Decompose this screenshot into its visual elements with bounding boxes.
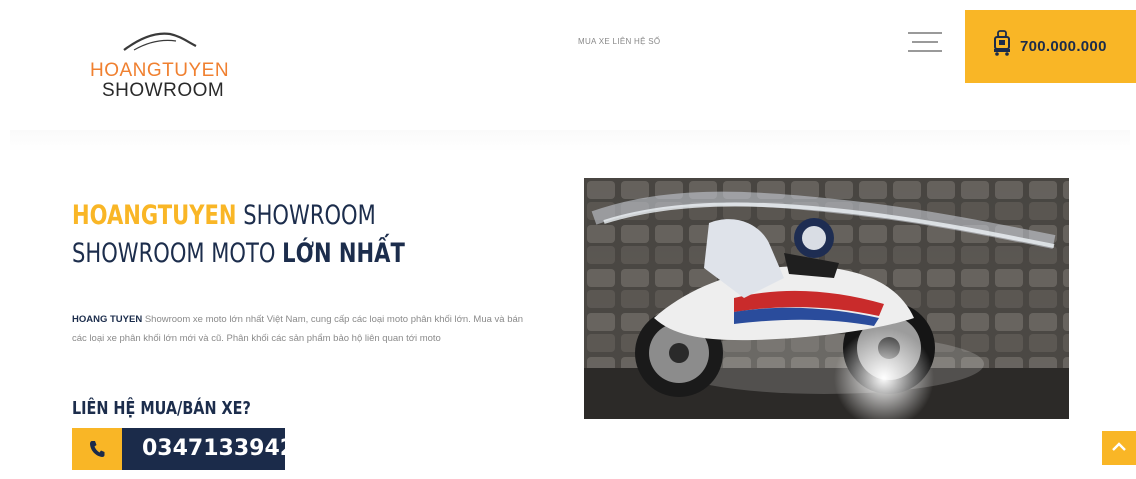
phone-icon-box [72, 428, 122, 470]
car-roof-logo-icon [123, 32, 197, 51]
hamburger-menu-icon[interactable] [908, 32, 942, 56]
shopping-cart-icon [994, 30, 1010, 56]
motorcycle-photo [584, 178, 1069, 419]
menu-bar [908, 32, 942, 34]
phone-icon [90, 441, 105, 457]
hero-title: HOANGTUYEN SHOWROOM SHOWROOM MOTO LỚN NH… [72, 197, 405, 273]
site-header: HOANGTUYEN SHOWROOM MUA XE LIÊN HỆ SỐ 70… [0, 0, 1136, 130]
hero-title-accent: HOANGTUYEN [72, 200, 237, 231]
header-divider [10, 130, 1130, 152]
logo-brand-name: HOANGTUYEN [90, 60, 230, 81]
cart-button[interactable]: 700.000.000 [965, 10, 1136, 83]
hero-description: HOANG TUYEN Showroom xe moto lớn nhất Vi… [72, 310, 532, 348]
phone-number: 0347133942 [122, 428, 295, 470]
contact-heading: LIÊN HỆ MUA/BÁN XE? [72, 398, 251, 419]
menu-bar [908, 50, 942, 52]
back-to-top-button[interactable] [1102, 431, 1136, 465]
cart-amount: 700.000.000 [1020, 38, 1107, 55]
nav-link-contact[interactable]: MUA XE LIÊN HỆ SỐ [578, 37, 660, 46]
hero-title-line1: SHOWROOM [236, 200, 376, 231]
site-logo[interactable]: HOANGTUYEN SHOWROOM [84, 30, 254, 105]
hero-title-line2: SHOWROOM MOTO [72, 238, 283, 269]
hero-title-strong: LỚN NHẤT [282, 238, 405, 269]
logo-showroom-text: SHOWROOM [102, 80, 225, 101]
hero-motorcycle-image [584, 178, 1069, 419]
chevron-up-icon [1112, 442, 1126, 451]
description-brand: HOANG TUYEN [72, 314, 143, 325]
menu-bar [912, 41, 938, 43]
